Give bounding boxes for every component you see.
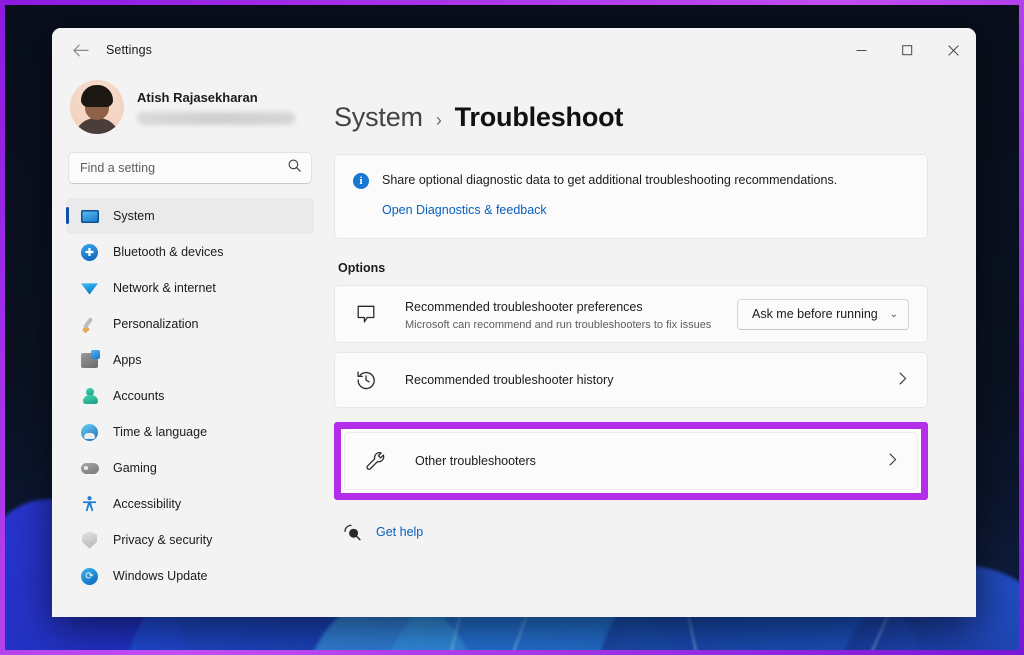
account-email-redacted: [137, 111, 295, 125]
option-row-troubleshooter-history[interactable]: Recommended troubleshooter history: [334, 352, 928, 408]
troubleshooter-preferences-dropdown[interactable]: Ask me before running ⌄: [737, 298, 909, 330]
gamepad-icon: [80, 459, 99, 478]
dropdown-value: Ask me before running: [752, 307, 878, 321]
get-help-link[interactable]: Get help: [376, 525, 423, 539]
option-row-other-troubleshooters[interactable]: Other troubleshooters: [344, 432, 918, 490]
wrench-icon: [365, 450, 387, 472]
option-text: Recommended troubleshooter preferences M…: [405, 298, 737, 331]
search-input[interactable]: [69, 161, 311, 175]
info-icon: i: [353, 173, 369, 189]
sidebar-item-label: Bluetooth & devices: [113, 245, 224, 259]
sidebar-item-accessibility[interactable]: Accessibility: [66, 486, 314, 522]
breadcrumb: System › Troubleshoot: [334, 102, 928, 133]
option-text: Other troubleshooters: [415, 452, 889, 470]
settings-window: Settings Atish Rajasekharan Find a setti…: [52, 28, 976, 617]
breadcrumb-parent[interactable]: System: [334, 102, 423, 133]
search-box[interactable]: [68, 152, 312, 184]
account-text: Atish Rajasekharan: [137, 90, 295, 125]
option-title: Recommended troubleshooter preferences: [405, 299, 643, 314]
diagnostic-banner: i Share optional diagnostic data to get …: [334, 154, 928, 239]
history-clock-icon: [355, 369, 377, 391]
banner-row: i Share optional diagnostic data to get …: [353, 172, 907, 189]
person-icon: [80, 387, 99, 406]
window-controls: [838, 28, 976, 72]
help-search-icon: [342, 522, 362, 542]
sidebar-item-label: Time & language: [113, 425, 208, 439]
sidebar-item-label: Windows Update: [113, 569, 208, 583]
avatar-body: [74, 118, 120, 134]
options-heading: Options: [338, 261, 386, 275]
accessibility-icon: [80, 496, 99, 513]
sidebar-item-system[interactable]: System: [66, 198, 314, 234]
globe-clock-icon: [80, 423, 99, 442]
close-button[interactable]: [930, 28, 976, 72]
highlight-annotation: Other troubleshooters: [334, 422, 928, 500]
open-diagnostics-feedback-link[interactable]: Open Diagnostics & feedback: [382, 203, 547, 217]
chevron-right-icon: [899, 372, 909, 388]
sidebar-item-personalization[interactable]: Personalization: [66, 306, 314, 342]
sidebar-item-apps[interactable]: Apps: [66, 342, 314, 378]
sidebar-item-privacy-security[interactable]: Privacy & security: [66, 522, 314, 558]
sidebar-item-label: Privacy & security: [113, 533, 213, 547]
avatar: [70, 80, 124, 134]
sidebar-item-label: Accounts: [113, 389, 165, 403]
sidebar-item-windows-update[interactable]: ⟳ Windows Update: [66, 558, 314, 594]
maximize-icon: [901, 44, 912, 55]
arrow-left-icon: [73, 43, 89, 56]
chevron-down-icon: ⌄: [889, 308, 898, 320]
sidebar-item-label: Gaming: [113, 461, 157, 475]
sidebar: Atish Rajasekharan Find a setting System…: [52, 72, 324, 617]
update-sync-icon: ⟳: [80, 567, 99, 586]
banner-text: Share optional diagnostic data to get ad…: [382, 173, 838, 187]
option-subtitle: Microsoft can recommend and run troubles…: [405, 318, 712, 331]
page-title: Troubleshoot: [454, 102, 624, 132]
chevron-right-icon: ›: [435, 110, 442, 130]
minimize-button[interactable]: [838, 28, 884, 72]
window-title: Settings: [106, 43, 152, 57]
wifi-icon: [80, 279, 99, 298]
account-name: Atish Rajasekharan: [137, 89, 258, 105]
sidebar-item-accounts[interactable]: Accounts: [66, 378, 314, 414]
option-text: Recommended troubleshooter history: [405, 371, 899, 389]
content-pane: System › Troubleshoot i Share optional d…: [324, 72, 976, 617]
option-title: Other troubleshooters: [415, 454, 536, 468]
sidebar-item-label: Apps: [113, 353, 142, 367]
chevron-right-icon: [889, 453, 899, 469]
close-icon: [947, 44, 959, 56]
get-help-row[interactable]: Get help: [342, 522, 928, 542]
minimize-icon: [856, 49, 866, 51]
option-title: Recommended troubleshooter history: [405, 373, 614, 387]
sidebar-item-time-language[interactable]: Time & language: [66, 414, 314, 450]
apps-grid-icon: [80, 349, 100, 370]
shield-icon: [80, 531, 99, 550]
account-block[interactable]: Atish Rajasekharan: [66, 72, 314, 146]
window-body: Atish Rajasekharan Find a setting System…: [52, 72, 976, 617]
nav-list: System ✚ Bluetooth & devices Network & i…: [66, 198, 314, 594]
sidebar-item-label: System: [113, 209, 155, 223]
back-button[interactable]: [64, 35, 98, 65]
monitor-icon: [80, 207, 99, 226]
desktop: Settings Atish Rajasekharan Find a setti…: [0, 0, 1024, 655]
sidebar-item-bluetooth-devices[interactable]: ✚ Bluetooth & devices: [66, 234, 314, 270]
sidebar-item-gaming[interactable]: Gaming: [66, 450, 314, 486]
avatar-hair: [81, 85, 113, 107]
maximize-button[interactable]: [884, 28, 930, 72]
sidebar-item-label: Network & internet: [113, 281, 216, 295]
bluetooth-icon: ✚: [80, 243, 99, 262]
sidebar-item-network-internet[interactable]: Network & internet: [66, 270, 314, 306]
search-icon: [288, 159, 301, 177]
title-bar: Settings: [52, 28, 976, 72]
callout-bubble-icon: [355, 303, 377, 325]
option-row-troubleshooter-preferences[interactable]: Recommended troubleshooter preferences M…: [334, 285, 928, 343]
paintbrush-icon: [80, 315, 99, 334]
sidebar-item-label: Personalization: [113, 317, 199, 331]
sidebar-item-label: Accessibility: [113, 497, 182, 511]
